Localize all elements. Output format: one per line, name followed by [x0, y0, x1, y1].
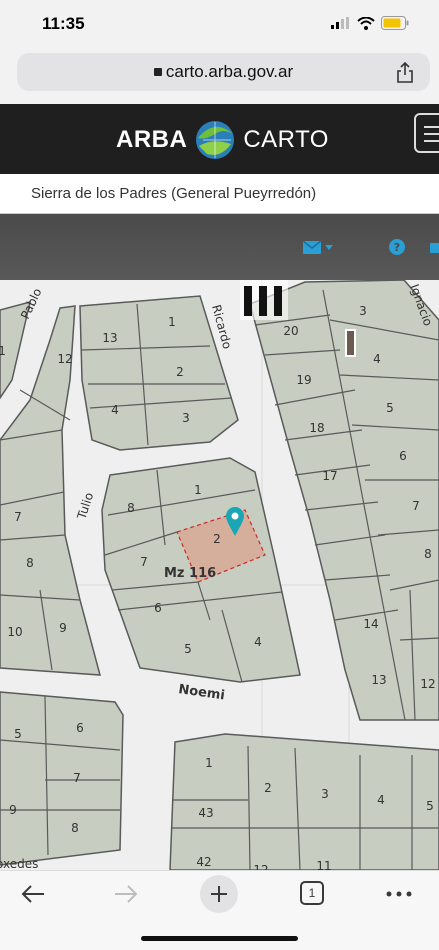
svg-text:?: ?: [394, 241, 400, 254]
lot-number: 3: [321, 787, 329, 801]
lot-number: 13: [102, 331, 117, 345]
url-text: carto.arba.gov.ar: [165, 62, 294, 81]
wifi-icon: [357, 16, 375, 30]
lot-number: 12: [253, 863, 268, 870]
lot-number: 7: [73, 771, 81, 785]
lot-number: 4: [254, 635, 262, 649]
help-icon[interactable]: ?: [388, 238, 406, 256]
signal-icon: [331, 17, 349, 29]
share-icon[interactable]: [396, 62, 414, 84]
location-bar[interactable]: Sierra de los Padres (General Pueyrredón…: [0, 174, 439, 214]
plus-icon: [211, 886, 227, 902]
lot-number: 6: [399, 449, 407, 463]
location-text: Sierra de los Padres (General Pueyrredón…: [31, 185, 317, 202]
lot-number: 9: [9, 803, 17, 817]
battery-icon: [381, 16, 409, 30]
block-label: Mz 116: [164, 566, 216, 581]
cadastral-map[interactable]: Pablo Ricardo Ignacio Tulio Noemi oxedes…: [0, 280, 439, 870]
lot-number: 19: [296, 373, 311, 387]
lot-number: 1: [205, 756, 213, 770]
lot-number: 4: [111, 403, 119, 417]
lot-number: 8: [71, 821, 79, 835]
lot-number: 14: [363, 617, 378, 631]
status-icons: [331, 16, 409, 30]
map-block: [169, 733, 439, 870]
map-canvas[interactable]: Pablo Ricardo Ignacio Tulio Noemi oxedes…: [0, 280, 439, 870]
lot-number: 6: [76, 721, 84, 735]
globe-logo-icon: [196, 121, 235, 159]
lot-number: 3: [359, 304, 367, 318]
lot-number: 6: [154, 601, 162, 615]
lot-number: 10: [7, 625, 22, 639]
map-handle[interactable]: [345, 329, 356, 357]
lot-number: 4: [373, 352, 381, 366]
lot-number: 9: [59, 621, 67, 635]
lot-number: 1: [194, 483, 202, 497]
map-toolbar: ?: [0, 214, 439, 280]
lot-number: 8: [424, 547, 432, 561]
lot-number: 12: [420, 677, 435, 691]
lot-number: 43: [198, 806, 213, 820]
lot-number: 5: [386, 401, 394, 415]
arba-carto-logo: ARBA CARTO: [116, 118, 329, 162]
lot-number: 17: [322, 469, 337, 483]
lot-number: 18: [309, 421, 324, 435]
mail-icon[interactable]: [303, 241, 333, 255]
map-block: [0, 691, 124, 866]
lot-number: 5: [14, 727, 22, 741]
status-time: 11:35: [42, 14, 85, 33]
lot-number: 2: [213, 532, 221, 546]
lot-number: 12: [57, 352, 72, 366]
lot-number: 1: [0, 344, 6, 358]
more-icon[interactable]: [386, 891, 412, 897]
lot-number: 42: [196, 855, 211, 869]
lot-number: 3: [182, 411, 190, 425]
tool-icon[interactable]: [430, 241, 439, 255]
lot-number: 7: [412, 499, 420, 513]
lot-number: 13: [371, 673, 386, 687]
street-label: Tulio: [74, 491, 96, 522]
home-indicator: [141, 936, 298, 941]
status-bar: 11:35: [0, 0, 439, 50]
lot-number: 2: [176, 365, 184, 379]
lot-number: 8: [26, 556, 34, 570]
brand-left: ARBA: [116, 126, 188, 153]
lot-number: 11: [316, 859, 331, 870]
lot-number: 20: [283, 324, 298, 338]
lot-number: 7: [14, 510, 22, 524]
tabs-button[interactable]: 1: [300, 881, 324, 905]
street-label: Noemi: [177, 682, 225, 703]
hamburger-menu-button[interactable]: [414, 113, 439, 153]
lot-number: 5: [184, 642, 192, 656]
forward-arrow-icon[interactable]: [113, 883, 139, 905]
brand-right: CARTO: [243, 126, 329, 153]
lot-number: 1: [168, 315, 176, 329]
lot-number: 4: [377, 793, 385, 807]
lot-number: 5: [426, 799, 434, 813]
tab-count: 1: [308, 886, 316, 900]
back-arrow-icon[interactable]: [20, 883, 46, 905]
new-tab-button[interactable]: [200, 875, 238, 913]
lot-number: 8: [127, 501, 135, 515]
lot-number: 2: [264, 781, 272, 795]
map-overlay-control[interactable]: [240, 280, 288, 320]
street-label: oxedes: [0, 857, 38, 870]
app-header: ARBA CARTO: [0, 104, 439, 174]
lock-icon: [153, 68, 162, 76]
address-bar[interactable]: carto.arba.gov.ar: [17, 53, 430, 91]
lot-number: 7: [140, 555, 148, 569]
